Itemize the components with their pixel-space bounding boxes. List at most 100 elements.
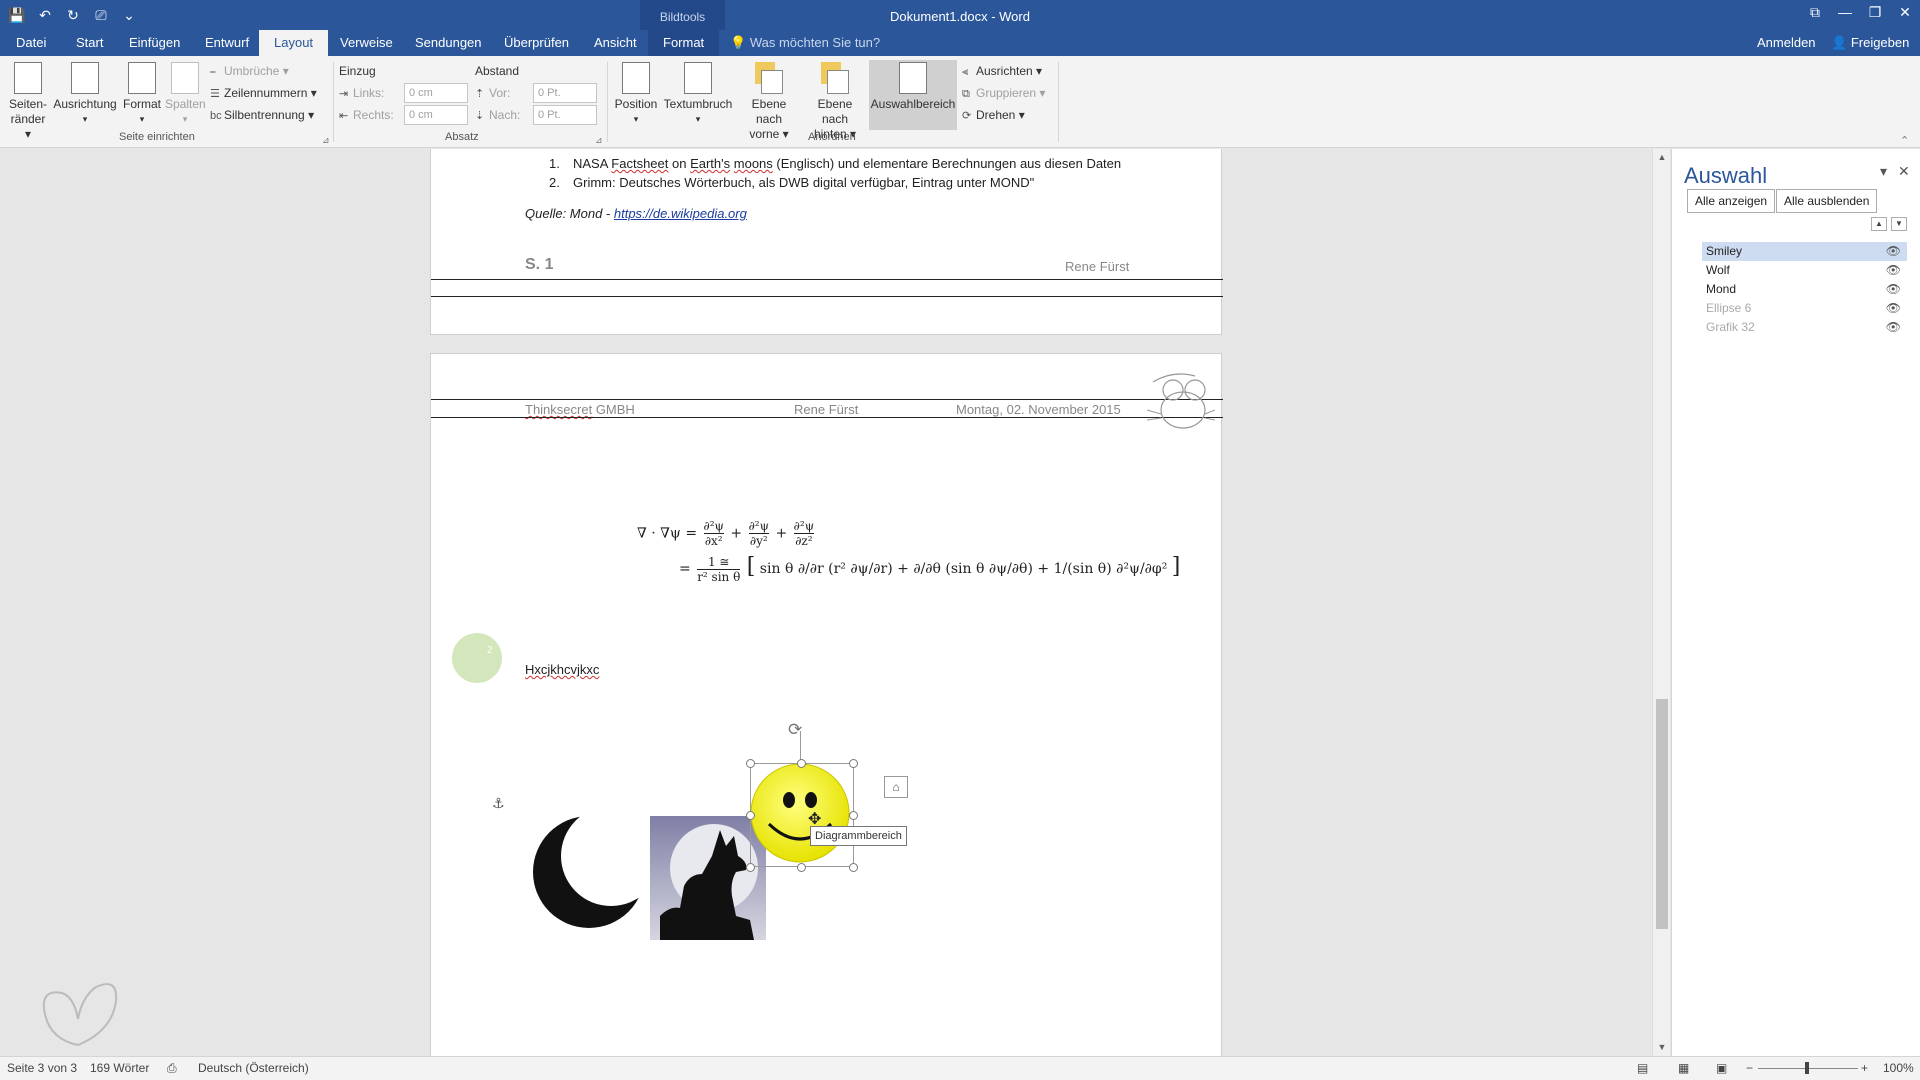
print-layout-icon[interactable]: ▦	[1678, 1057, 1689, 1079]
resize-handle[interactable]	[797, 863, 806, 872]
anchor-icon[interactable]: ⚓	[492, 795, 505, 812]
indent-right-input[interactable]: 0 cm	[404, 105, 468, 125]
position-button[interactable]: Position ▾	[613, 60, 659, 127]
restore-icon[interactable]: ❐	[1860, 0, 1890, 30]
web-layout-icon[interactable]: ▣	[1716, 1057, 1727, 1079]
position-label: Position	[614, 97, 658, 111]
footer-rule	[431, 279, 1223, 280]
group-label-page-setup: Seite einrichten	[119, 131, 195, 143]
page-setup-launcher-icon[interactable]: ⊿	[322, 135, 330, 146]
word-count[interactable]: 169 Wörter	[90, 1057, 149, 1079]
footer-author: Rene Fürst	[1065, 259, 1130, 274]
resize-handle[interactable]	[849, 759, 858, 768]
scroll-up-icon[interactable]: ▲	[1653, 152, 1671, 162]
orientation-button[interactable]: Ausrichtung ▾	[52, 60, 118, 127]
ribbon-display-options-icon[interactable]: ⧉	[1800, 0, 1830, 30]
list-item-1[interactable]: NASA Factsheet on Earth's moons (Englisc…	[573, 156, 1121, 171]
sign-in-link[interactable]: Anmelden	[1757, 30, 1816, 56]
share-button[interactable]: 👤 Freigeben	[1831, 30, 1909, 56]
tab-datei[interactable]: Datei	[14, 30, 48, 56]
mouse-logo-icon	[1146, 373, 1215, 429]
proofing-icon[interactable]: ⎙	[167, 1057, 177, 1079]
resize-handle[interactable]	[746, 863, 755, 872]
tab-einfuegen[interactable]: Einfügen	[127, 30, 182, 56]
page-count[interactable]: Seite 3 von 3	[7, 1057, 77, 1079]
pane-close-icon[interactable]: ✕	[1898, 163, 1910, 180]
pane-item-smiley[interactable]: Smiley 👁	[1702, 242, 1907, 261]
spacing-before-input[interactable]: 0 Pt.	[533, 83, 597, 103]
scroll-down-icon[interactable]: ▼	[1653, 1042, 1671, 1052]
source-link[interactable]: https://de.wikipedia.org	[614, 206, 747, 221]
language-indicator[interactable]: Deutsch (Österreich)	[198, 1057, 309, 1079]
resize-handle[interactable]	[849, 863, 858, 872]
eye-icon[interactable]: 👁	[1886, 280, 1901, 299]
eye-icon[interactable]: 👁	[1886, 261, 1901, 280]
paragraph-launcher-icon[interactable]: ⊿	[595, 135, 603, 146]
group-button[interactable]: ⧉ Gruppieren ▾	[962, 82, 1045, 105]
zoom-in-button[interactable]: +	[1861, 1057, 1868, 1079]
line-numbers-button[interactable]: ☰ Zeilennummern ▾	[210, 82, 317, 105]
tab-layout[interactable]: Layout	[259, 30, 329, 56]
indent-left-text: Links:	[353, 86, 385, 100]
tab-sendungen[interactable]: Sendungen	[413, 30, 484, 56]
spacing-after-input[interactable]: 0 Pt.	[533, 105, 597, 125]
eye-icon[interactable]: 👁	[1886, 242, 1901, 261]
tab-ansicht[interactable]: Ansicht	[592, 30, 639, 56]
ellipse-shape[interactable]: 2	[452, 633, 502, 683]
list-item-2[interactable]: Grimm: Deutsches Wörterbuch, als DWB dig…	[573, 175, 1034, 190]
hyphenation-button[interactable]: bc Silbentrennung ▾	[210, 104, 314, 127]
document-area[interactable]: 1. NASA Factsheet on Earth's moons (Engl…	[0, 149, 1656, 1056]
size-format-button[interactable]: Format ▾	[121, 60, 163, 127]
send-backward-order-icon[interactable]: ▼	[1891, 217, 1907, 231]
minimize-icon[interactable]: —	[1830, 0, 1860, 30]
position-dropdown-icon: ▾	[633, 114, 639, 124]
resize-handle[interactable]	[746, 759, 755, 768]
zoom-out-button[interactable]: −	[1746, 1057, 1753, 1079]
list-item-1-part: on	[668, 156, 691, 171]
columns-button[interactable]: Spalten ▾	[165, 60, 206, 127]
bring-forward-order-icon[interactable]: ▲	[1871, 217, 1887, 231]
eye-icon[interactable]: 👁	[1886, 318, 1901, 337]
resize-handle[interactable]	[797, 759, 806, 768]
hide-all-button[interactable]: Alle ausblenden	[1776, 189, 1878, 213]
eye-icon[interactable]: 👁	[1886, 299, 1901, 318]
zoom-level[interactable]: 100%	[1883, 1057, 1914, 1079]
page-size-icon	[128, 62, 156, 94]
close-icon[interactable]: ✕	[1890, 0, 1920, 30]
tell-me-search[interactable]: 💡 Was möchten Sie tun?	[730, 30, 880, 56]
tab-ueberpruefen[interactable]: Überprüfen	[502, 30, 571, 56]
pane-options-icon[interactable]: ▾	[1880, 163, 1887, 180]
resize-handle[interactable]	[746, 811, 755, 820]
zoom-slider-thumb[interactable]	[1805, 1062, 1809, 1074]
resize-handle[interactable]	[849, 811, 858, 820]
layout-options-icon[interactable]: ⌂	[884, 776, 908, 798]
moon-shape[interactable]	[531, 810, 651, 930]
show-all-button[interactable]: Alle anzeigen	[1687, 189, 1776, 213]
tab-start[interactable]: Start	[74, 30, 105, 56]
wrap-text-button[interactable]: Textumbruch ▾	[662, 60, 734, 127]
breaks-button[interactable]: ⎯ Umbrüche ▾	[210, 60, 289, 83]
size-dropdown-icon: ▾	[139, 114, 145, 124]
rotate-handle-icon[interactable]: ⟳	[788, 720, 802, 740]
margins-button[interactable]: Seiten- ränder ▾	[6, 60, 50, 142]
indent-left-input[interactable]: 0 cm	[404, 83, 468, 103]
scrollbar-thumb[interactable]	[1656, 699, 1668, 929]
group-label-arrange: Anordnen	[808, 131, 856, 143]
read-mode-icon[interactable]: ▤	[1637, 1057, 1648, 1079]
tab-verweise[interactable]: Verweise	[338, 30, 395, 56]
send-backward-button[interactable]: Ebene nach hinten ▾	[803, 60, 867, 142]
pane-item-ellipse[interactable]: Ellipse 6 👁	[1702, 299, 1907, 318]
align-button[interactable]: ⫷ Ausrichten ▾	[962, 60, 1042, 83]
bring-forward-button[interactable]: Ebene nach vorne ▾	[737, 60, 801, 142]
pane-item-wolf[interactable]: Wolf 👁	[1702, 261, 1907, 280]
collapse-ribbon-icon[interactable]: ⌃	[1900, 134, 1909, 147]
pane-item-mond[interactable]: Mond 👁	[1702, 280, 1907, 299]
rotate-button[interactable]: ⟳ Drehen ▾	[962, 104, 1025, 127]
tab-format[interactable]: Format	[648, 30, 720, 56]
vertical-scrollbar[interactable]: ▲ ▼	[1652, 149, 1670, 1056]
tab-entwurf[interactable]: Entwurf	[203, 30, 251, 56]
body-word[interactable]: Hxcjkhcvjkxc	[525, 662, 599, 677]
ribbon: Seiten- ränder ▾ Ausrichtung ▾ Format ▾ …	[0, 56, 1920, 148]
selection-pane-button[interactable]: Auswahlbereich	[869, 60, 957, 130]
pane-item-grafik[interactable]: Grafik 32 👁	[1702, 318, 1907, 337]
